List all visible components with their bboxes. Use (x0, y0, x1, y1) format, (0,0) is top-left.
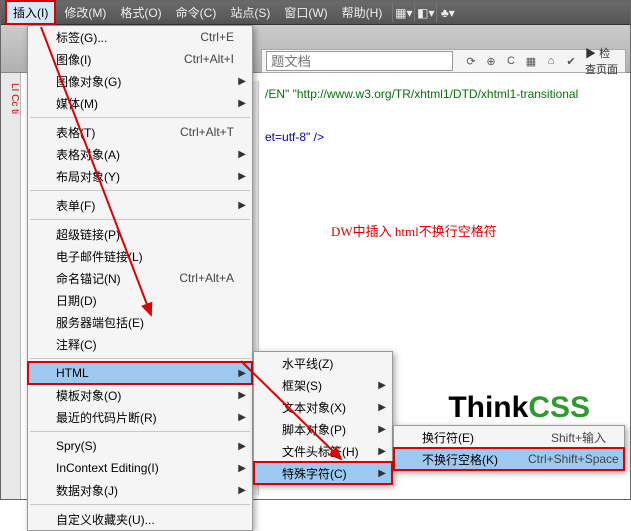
menu-modify[interactable]: 修改(M) (58, 2, 112, 23)
menu-item[interactable]: 媒体(M)▶ (28, 92, 252, 114)
tools-icon[interactable]: ♣▾ (436, 4, 454, 22)
chevron-right-icon: ▶ (238, 149, 246, 160)
insert-menu: 标签(G)...Ctrl+E图像(I)Ctrl+Alt+I图像对象(G)▶媒体(… (27, 25, 253, 531)
chevron-right-icon: ▶ (238, 76, 246, 87)
menu-item[interactable]: 表格对象(A)▶ (28, 143, 252, 165)
menu-item[interactable]: 模板对象(O)▶ (28, 384, 252, 406)
menu-item[interactable]: 标签(G)...Ctrl+E (28, 26, 252, 48)
menu-item[interactable]: 水平线(Z) (254, 352, 392, 374)
menu-item[interactable]: 数据对象(J)▶ (28, 479, 252, 501)
menu-item[interactable]: 表格(T)Ctrl+Alt+T (28, 121, 252, 143)
address-bar: ⟳ ⊕ C ▦ ⌂ ✔ ▶ 检查页面 (261, 49, 626, 73)
refresh-icon[interactable]: C (503, 55, 519, 68)
chevron-right-icon: ▶ (238, 441, 246, 452)
special-char-submenu: 换行符(E)Shift+输入不换行空格(K)Ctrl+Shift+Space (393, 425, 625, 471)
html-submenu: 水平线(Z)框架(S)▶文本对象(X)▶脚本对象(P)▶文件头标签(H)▶特殊字… (253, 351, 393, 485)
menu-item[interactable]: 日期(D) (28, 289, 252, 311)
menu-item[interactable]: 表单(F)▶ (28, 194, 252, 216)
menu-command[interactable]: 命令(C) (170, 2, 223, 23)
menu-item[interactable]: Spry(S)▶ (28, 435, 252, 457)
check-icon[interactable]: ✔ (563, 55, 579, 68)
menu-item[interactable]: 布局对象(Y)▶ (28, 165, 252, 187)
chevron-right-icon: ▶ (378, 446, 386, 457)
menu-item[interactable]: HTML▶ (28, 362, 252, 384)
chevron-right-icon: ▶ (238, 463, 246, 474)
chevron-right-icon: ▶ (378, 468, 386, 479)
menu-item[interactable]: 不换行空格(K)Ctrl+Shift+Space (394, 448, 624, 470)
view-icon[interactable]: ▦ (523, 55, 539, 68)
nav-icon[interactable]: ⟳ (463, 55, 479, 68)
menu-insert[interactable]: 插入(I) (5, 0, 56, 25)
annotation-text: DW中插入 html不换行空格符 (331, 221, 497, 240)
menu-item[interactable]: 图像(I)Ctrl+Alt+I (28, 48, 252, 70)
chevron-right-icon: ▶ (238, 171, 246, 182)
menu-item[interactable]: 自定义收藏夹(U)... (28, 508, 252, 530)
opts-icon[interactable]: ⌂ (543, 55, 559, 68)
menu-help[interactable]: 帮助(H) (336, 2, 389, 23)
chevron-right-icon: ▶ (238, 98, 246, 109)
chevron-right-icon: ▶ (378, 380, 386, 391)
globe-icon[interactable]: ⊕ (483, 55, 499, 68)
menu-item[interactable]: InContext Editing(I)▶ (28, 457, 252, 479)
menu-item[interactable]: 脚本对象(P)▶ (254, 418, 392, 440)
layout-icon[interactable]: ▦▾ (392, 4, 410, 22)
menu-item[interactable]: 图像对象(G)▶ (28, 70, 252, 92)
chevron-right-icon: ▶ (238, 200, 246, 211)
menu-window[interactable]: 窗口(W) (278, 2, 333, 23)
menu-item[interactable]: 换行符(E)Shift+输入 (394, 426, 624, 448)
menu-item[interactable]: 框架(S)▶ (254, 374, 392, 396)
chevron-right-icon: ▶ (378, 402, 386, 413)
chevron-right-icon: ▶ (378, 424, 386, 435)
left-gutter: LI Cc ti (1, 73, 21, 499)
menu-item[interactable]: 命名锚记(N)Ctrl+Alt+A (28, 267, 252, 289)
chevron-right-icon: ▶ (238, 390, 246, 401)
menu-site[interactable]: 站点(S) (224, 2, 276, 23)
chevron-right-icon: ▶ (238, 412, 246, 423)
menu-format[interactable]: 格式(O) (114, 2, 167, 23)
chevron-right-icon: ▶ (238, 368, 246, 379)
chevron-right-icon: ▶ (238, 485, 246, 496)
menu-item[interactable]: 服务器端包括(E) (28, 311, 252, 333)
menu-item[interactable]: 最近的代码片断(R)▶ (28, 406, 252, 428)
menu-item[interactable]: 文本对象(X)▶ (254, 396, 392, 418)
menu-item[interactable]: 文件头标签(H)▶ (254, 440, 392, 462)
title-input[interactable] (266, 51, 453, 71)
panel-icon[interactable]: ◧▾ (414, 4, 432, 22)
addr-icons: ⟳ ⊕ C ▦ ⌂ ✔ (457, 55, 585, 68)
menu-item[interactable]: 特殊字符(C)▶ (254, 462, 392, 484)
check-page[interactable]: ▶ 检查页面 (585, 45, 625, 77)
menu-item[interactable]: 超级链接(P) (28, 223, 252, 245)
menubar: 插入(I) 修改(M) 格式(O) 命令(C) 站点(S) 窗口(W) 帮助(H… (1, 1, 630, 25)
menu-item[interactable]: 注释(C) (28, 333, 252, 355)
menu-item[interactable]: 电子邮件链接(L) (28, 245, 252, 267)
